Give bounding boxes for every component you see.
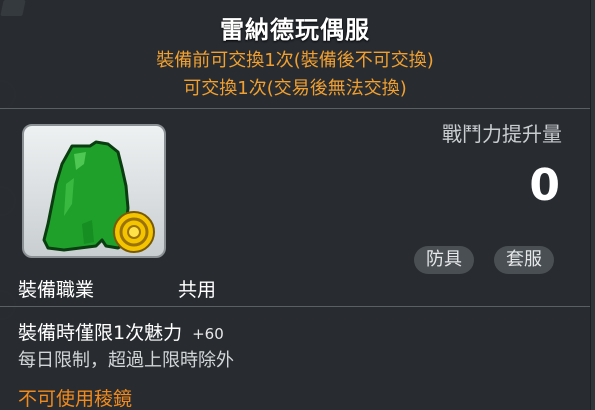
trade-note-tradable: 可交換1次(交易後無法交換) bbox=[183, 78, 407, 99]
game-screen: 雷納德玩偶服 裝備前可交換1次(裝備後不可交換) 可交換1次(交易後無法交換) … bbox=[0, 0, 595, 410]
prism-restriction-note: 不可使用稜鏡 bbox=[18, 388, 133, 410]
category-tag-armor: 防具 bbox=[414, 246, 474, 274]
category-tag-outfit: 套服 bbox=[494, 246, 554, 274]
daily-limit-note: 每日限制，超過上限時除外 bbox=[18, 350, 234, 371]
divider bbox=[0, 108, 590, 109]
charm-stat-line: 裝備時僅限1次魅力 +60 bbox=[18, 318, 224, 345]
combat-power-value: 0 bbox=[529, 160, 560, 211]
gold-coin-icon bbox=[113, 211, 155, 253]
divider bbox=[0, 306, 590, 307]
green-plush-costume-icon bbox=[42, 140, 155, 253]
equip-job-label: 裝備職業 bbox=[18, 279, 95, 301]
charm-stat-amount: +60 bbox=[192, 325, 224, 343]
trade-note-before-equip: 裝備前可交換1次(裝備後不可交換) bbox=[156, 50, 434, 71]
equip-job-value: 共用 bbox=[178, 279, 217, 301]
item-tooltip: 雷納德玩偶服 裝備前可交換1次(裝備後不可交換) 可交換1次(交易後無法交換) … bbox=[0, 0, 591, 410]
charm-stat-label: 裝備時僅限1次魅力 bbox=[18, 322, 183, 344]
item-name: 雷納德玩偶服 bbox=[220, 16, 370, 44]
combat-power-label: 戰鬥力提升量 bbox=[442, 122, 562, 146]
